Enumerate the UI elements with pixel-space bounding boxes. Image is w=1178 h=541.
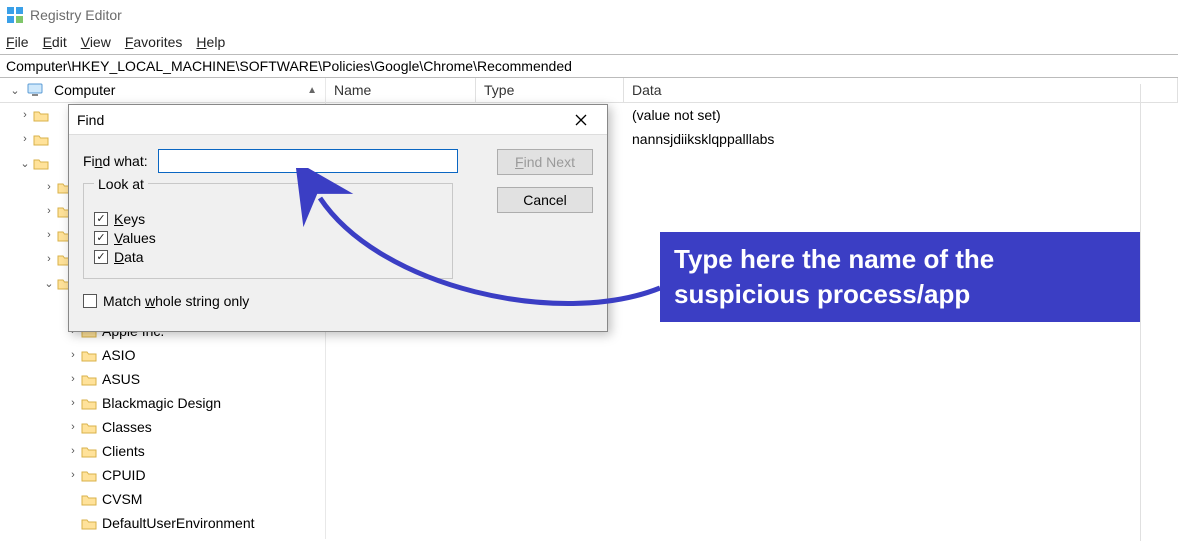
close-button[interactable] [563,108,599,132]
chevron-right-icon[interactable]: › [66,421,80,433]
tree-header: ⌄ Computer ▲ [0,78,325,103]
annotation-callout: Type here the name of the suspicious pro… [660,232,1140,322]
checkbox-data-label: Data [114,249,144,265]
tree-item-label: ASUS [102,371,140,387]
window-title: Registry Editor [30,7,122,23]
chevron-right-icon[interactable]: › [66,469,80,481]
menu-help[interactable]: Help [196,34,225,50]
chevron-down-icon[interactable]: ⌄ [18,157,32,170]
menu-favorites[interactable]: Favorites [125,34,183,50]
list-cell-data: (value not set) [624,105,1178,125]
find-what-label: Find what: [83,153,148,169]
cancel-button[interactable]: Cancel [497,187,593,213]
chevron-down-icon[interactable]: ⌄ [42,277,56,290]
checkbox-values[interactable] [94,231,108,245]
checkbox-match-row[interactable]: Match whole string only [83,293,593,309]
menu-view[interactable]: View [81,34,111,50]
folder-icon [32,107,50,123]
chevron-right-icon[interactable]: › [66,445,80,457]
list-header: Name Type Data [326,78,1178,103]
scrollbar-edge [1140,84,1141,541]
folder-icon [80,515,98,531]
callout-line1: Type here the name of the [674,242,1126,277]
find-dialog: Find Find what: Look at Keys Values Data [68,104,608,332]
look-at-legend: Look at [94,176,148,192]
look-at-group: Look at Keys Values Data [83,183,453,279]
menu-edit[interactable]: Edit [43,34,67,50]
tree-root-label: Computer [54,82,115,98]
tree-item-label: Blackmagic Design [102,395,221,411]
close-icon [575,114,587,126]
checkbox-values-label: Values [114,230,156,246]
checkbox-keys[interactable] [94,212,108,226]
tree-item-label: ASIO [102,347,135,363]
menubar: File Edit View Favorites Help [0,30,1178,54]
regedit-icon [6,6,24,24]
address-bar[interactable]: Computer\HKEY_LOCAL_MACHINE\SOFTWARE\Pol… [0,54,1178,78]
folder-icon [80,371,98,387]
checkbox-data-row[interactable]: Data [94,249,442,265]
chevron-right-icon[interactable]: › [66,349,80,361]
chevron-right-icon[interactable]: › [42,253,56,265]
folder-icon [80,491,98,507]
tree-item-label: Classes [102,419,152,435]
chevron-right-icon[interactable]: › [42,205,56,217]
tree-item-label: Clients [102,443,145,459]
dialog-title: Find [77,112,104,128]
column-header-name[interactable]: Name [326,78,476,102]
chevron-right-icon[interactable]: › [66,397,80,409]
folder-icon [80,467,98,483]
list-cell-data: nannsjdiiksklqppalllabs [624,129,1178,149]
folder-icon [32,155,50,171]
tree-item-label: DefaultUserEnvironment [102,515,255,531]
address-text: Computer\HKEY_LOCAL_MACHINE\SOFTWARE\Pol… [6,58,572,74]
checkbox-keys-row[interactable]: Keys [94,211,442,227]
folder-icon [32,131,50,147]
chevron-right-icon[interactable]: › [18,109,32,121]
checkbox-data[interactable] [94,250,108,264]
expander-icon[interactable]: ⌄ [8,84,22,97]
tree-item-label: CPUID [102,467,146,483]
folder-icon [80,443,98,459]
folder-icon [80,347,98,363]
find-next-button[interactable]: Find Next [497,149,593,175]
checkbox-values-row[interactable]: Values [94,230,442,246]
menu-file[interactable]: File [6,34,29,50]
checkbox-keys-label: Keys [114,211,145,227]
checkbox-match-whole[interactable] [83,294,97,308]
column-header-type[interactable]: Type [476,78,624,102]
dialog-titlebar[interactable]: Find [69,105,607,135]
window-titlebar: Registry Editor [0,0,1178,30]
computer-icon [26,82,46,98]
callout-line2: suspicious process/app [674,277,1126,312]
folder-icon [80,419,98,435]
chevron-right-icon[interactable]: › [66,373,80,385]
chevron-right-icon[interactable]: › [42,229,56,241]
folder-icon [80,395,98,411]
checkbox-match-label: Match whole string only [103,293,249,309]
chevron-right-icon[interactable]: › [42,181,56,193]
sort-indicator-icon: ▲ [307,85,317,96]
column-header-data[interactable]: Data [624,78,1178,102]
tree-item-label: CVSM [102,491,142,507]
find-what-input[interactable] [158,149,458,173]
chevron-right-icon[interactable]: › [18,133,32,145]
